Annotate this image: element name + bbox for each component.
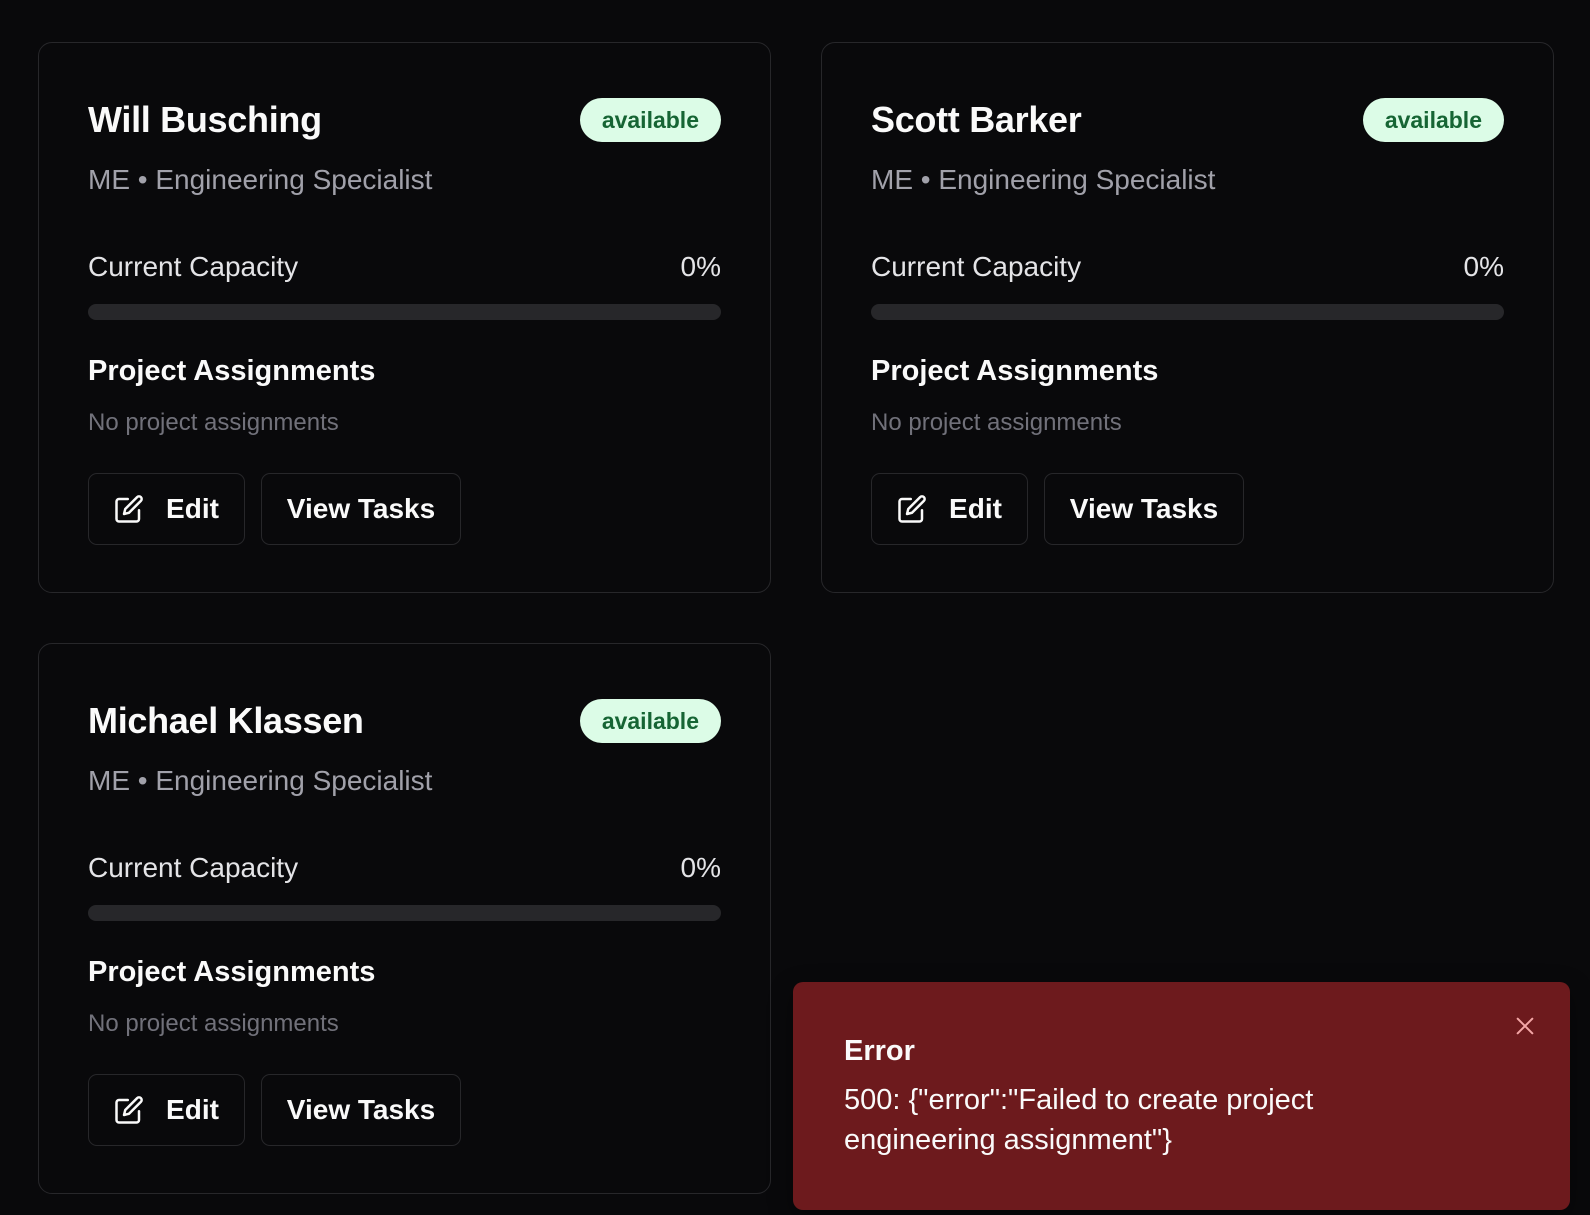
capacity-value: 0% xyxy=(1463,251,1504,282)
toast-title: Error xyxy=(844,1035,915,1067)
capacity-progress-bar xyxy=(88,304,721,320)
edit-icon xyxy=(897,494,927,524)
capacity-value: 0% xyxy=(680,852,721,883)
engineer-name: Michael Klassen xyxy=(88,700,364,741)
edit-button[interactable]: Edit xyxy=(88,1074,245,1146)
edit-icon xyxy=(114,1095,144,1125)
edit-button-label: Edit xyxy=(166,1094,219,1125)
engineer-card: Michael Klassen available ME • Engineeri… xyxy=(38,643,771,1194)
assignments-empty-text: No project assignments xyxy=(871,409,1122,436)
view-tasks-button[interactable]: View Tasks xyxy=(1044,473,1244,545)
capacity-label: Current Capacity xyxy=(871,251,1082,282)
assignments-title: Project Assignments xyxy=(871,355,1159,387)
engineer-role: ME • Engineering Specialist xyxy=(871,164,1216,195)
capacity-progress-bar xyxy=(871,304,1504,320)
edit-button-label: Edit xyxy=(949,493,1002,524)
view-tasks-button[interactable]: View Tasks xyxy=(261,473,461,545)
edit-button[interactable]: Edit xyxy=(871,473,1028,545)
assignments-title: Project Assignments xyxy=(88,956,376,988)
capacity-progress-bar xyxy=(88,905,721,921)
engineer-name: Scott Barker xyxy=(871,99,1082,140)
engineer-card: Scott Barker available ME • Engineering … xyxy=(821,42,1554,593)
assignments-title: Project Assignments xyxy=(88,355,376,387)
view-tasks-button[interactable]: View Tasks xyxy=(261,1074,461,1146)
edit-button-label: Edit xyxy=(166,493,219,524)
edit-button[interactable]: Edit xyxy=(88,473,245,545)
assignments-empty-text: No project assignments xyxy=(88,1010,339,1037)
engineer-role: ME • Engineering Specialist xyxy=(88,765,433,796)
capacity-label: Current Capacity xyxy=(88,251,299,282)
error-toast: Error 500: {"error":"Failed to create pr… xyxy=(793,982,1570,1210)
status-badge: available xyxy=(1362,98,1504,142)
toast-message: 500: {"error":"Failed to create project … xyxy=(844,1084,1314,1156)
assignments-empty-text: No project assignments xyxy=(88,409,339,436)
close-icon[interactable] xyxy=(1510,1011,1540,1041)
status-badge: available xyxy=(579,699,721,743)
edit-icon xyxy=(114,494,144,524)
engineer-name: Will Busching xyxy=(88,99,322,140)
engineer-role: ME • Engineering Specialist xyxy=(88,164,433,195)
capacity-label: Current Capacity xyxy=(88,852,299,883)
status-badge: available xyxy=(579,98,721,142)
capacity-value: 0% xyxy=(680,251,721,282)
engineer-card: Will Busching available ME • Engineering… xyxy=(38,42,771,593)
